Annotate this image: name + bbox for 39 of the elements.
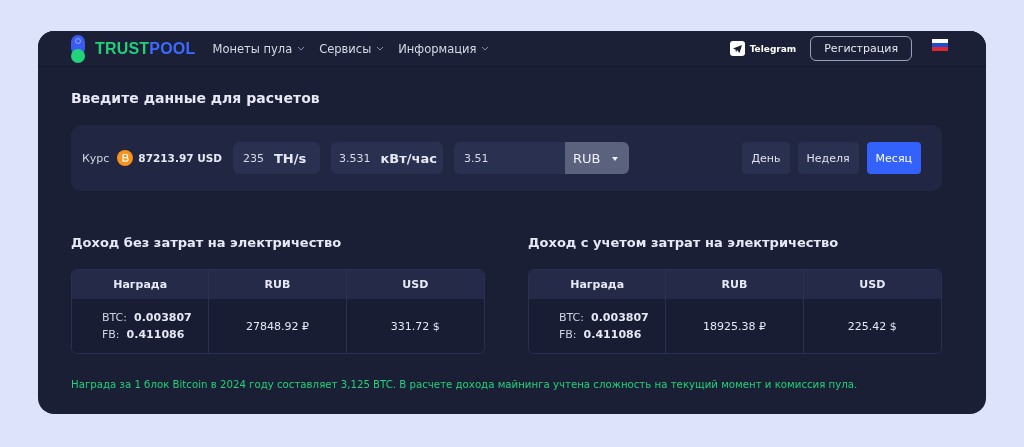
paper-plane-icon	[729, 41, 745, 56]
info-note: Награда за 1 блок Bitcoin в 2024 году составляет 3,125 BTC. В расчете дохода майнинга учтена сложность на текущий момент и комиссия пула.	[71, 379, 859, 390]
rate-value: 87213.97 USD	[138, 152, 222, 164]
chevron-down-icon	[481, 46, 490, 51]
section-title: Введите данные для расчетов	[71, 90, 321, 106]
caret-icon	[612, 157, 619, 161]
column-header: USD	[803, 270, 941, 299]
price-field[interactable]: 3.51	[453, 142, 565, 174]
results-heading: Доход с учетом затрат на электричество	[528, 235, 840, 250]
table-cell: BTC: 0.003807 FB: 0.411086	[529, 299, 667, 353]
nav-menu[interactable]: Монеты пула	[212, 41, 306, 56]
period-tab[interactable]: Месяц	[866, 142, 921, 174]
column-header: USD	[346, 270, 484, 299]
column-header: Награда	[72, 270, 210, 299]
results-heading: Доход без затрат на электричество	[71, 235, 343, 250]
column-header: RUB	[666, 270, 804, 299]
table-cell: 18925.38 ₽	[666, 299, 804, 353]
hashrate-field[interactable]: 235 TH/s	[232, 142, 320, 174]
table-cell: BTC: 0.003807 FB: 0.411086	[72, 299, 210, 353]
rate-label: Курс	[82, 151, 110, 165]
flag-icon[interactable]	[932, 39, 948, 51]
chevron-down-icon	[376, 46, 385, 51]
logo-icon	[71, 34, 85, 63]
nav-menu[interactable]: Информация	[398, 41, 490, 56]
period-tab[interactable]: Неделя	[797, 142, 859, 174]
period-tab[interactable]: День	[742, 142, 790, 174]
table-cell: 27848.92 ₽	[209, 299, 347, 353]
logo-text[interactable]: TRUSTPOOL	[95, 39, 196, 58]
telegram-link[interactable]: Telegram	[729, 41, 797, 56]
bitcoin-icon	[117, 150, 134, 166]
nav-menu[interactable]: Сервисы	[319, 41, 385, 56]
table-cell-text: 331.72 $	[389, 318, 441, 335]
column-header: RUB	[209, 270, 347, 299]
column-header: Награда	[529, 270, 667, 299]
chevron-down-icon	[297, 46, 306, 51]
power-field[interactable]: 3.531 кВт/час	[330, 142, 443, 174]
currency-dropdown[interactable]: RUB	[564, 142, 629, 174]
table-cell-text: 225.42 $	[846, 318, 898, 335]
register-button[interactable]: Регистрация	[810, 36, 912, 61]
